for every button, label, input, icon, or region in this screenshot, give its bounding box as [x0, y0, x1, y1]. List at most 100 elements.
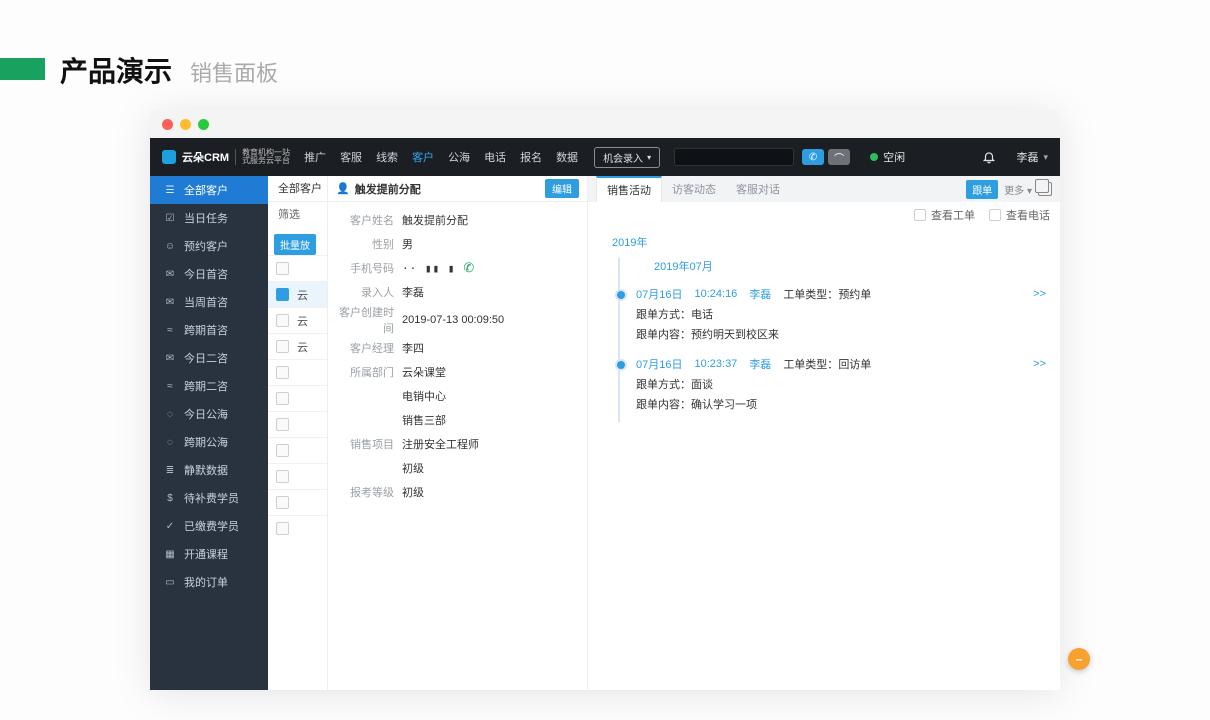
customer-detail-panel: 👤 触发提前分配 编辑 客户姓名触发提前分配 性别男 手机号码 ·· ▮▮ ▮ …: [328, 176, 588, 690]
page-subtitle: 销售面板: [190, 56, 278, 88]
sidebar-item-paid[interactable]: ✓已缴费学员: [150, 512, 268, 540]
phone-icon: ✆: [809, 152, 817, 163]
table-row[interactable]: [268, 437, 327, 463]
tab-visitor[interactable]: 访客动态: [662, 181, 726, 197]
window-zoom-icon[interactable]: [198, 119, 209, 130]
window-close-icon[interactable]: [162, 119, 173, 130]
checkbox[interactable]: [276, 314, 289, 327]
nav-customers[interactable]: 客户: [412, 149, 434, 165]
paid-icon: ✓: [164, 520, 176, 532]
expand-button[interactable]: >>: [1033, 288, 1046, 300]
table-row[interactable]: 云: [268, 333, 327, 359]
expand-button[interactable]: >>: [1033, 358, 1046, 370]
call-hangup-button[interactable]: ⌒: [828, 149, 850, 165]
checkbox[interactable]: [276, 262, 289, 275]
nav-service[interactable]: 客服: [340, 149, 362, 165]
field-label: 客户姓名: [338, 212, 402, 228]
chevron-down-icon: ▾: [647, 153, 651, 162]
sidebar-item-unpaid[interactable]: $待补费学员: [150, 484, 268, 512]
wave-icon: ≈: [164, 324, 176, 336]
table-row[interactable]: [268, 385, 327, 411]
field-value: 2019-07-13 00:09:50: [402, 314, 504, 326]
nav-data[interactable]: 数据: [556, 149, 578, 165]
field-label: 报考等级: [338, 484, 402, 500]
top-nav: 云朵CRM 教育机构一站 式服务云平台 推广 客服 线索 客户 公海 电话 报名…: [150, 138, 1060, 176]
checkbox[interactable]: [914, 209, 926, 221]
table-row[interactable]: [268, 411, 327, 437]
checkbox[interactable]: [276, 340, 289, 353]
nav-phone[interactable]: 电话: [484, 149, 506, 165]
sidebar-item-today-sea[interactable]: ◌今日公海: [150, 400, 268, 428]
follow-button[interactable]: 跟单: [966, 180, 998, 199]
checkbox[interactable]: [276, 392, 289, 405]
field-value: 初级: [402, 484, 424, 500]
window-minimize-icon[interactable]: [180, 119, 191, 130]
filter-ticket[interactable]: 查看工单: [914, 207, 975, 223]
more-button[interactable]: 更多 ▾: [1004, 182, 1032, 197]
copy-icon[interactable]: [1038, 182, 1052, 196]
checkbox[interactable]: [276, 418, 289, 431]
table-row[interactable]: [268, 255, 327, 281]
tl-time: 10:24:16: [694, 288, 737, 300]
list-filter-label[interactable]: 筛选: [268, 202, 327, 228]
tab-service-chat[interactable]: 客服对话: [726, 181, 790, 197]
table-row[interactable]: [268, 463, 327, 489]
batch-release-button[interactable]: 批量放: [274, 234, 316, 255]
timeline: 2019年 2019年07月 07月16日 10:24:16 李磊 工单类型：预…: [588, 228, 1060, 432]
sidebar: ☰全部客户 ☑当日任务 ☺预约客户 ✉今日首咨 ✉当周首咨 ≈跨期首咨 ✉今日二…: [150, 176, 268, 690]
sidebar-item-cross-second[interactable]: ≈跨期二咨: [150, 372, 268, 400]
search-input[interactable]: [674, 148, 794, 166]
filter-call[interactable]: 查看电话: [989, 207, 1050, 223]
timeline-item[interactable]: 07月16日 10:23:37 李磊 工单类型：回访单 >> 跟单方式：面谈 跟…: [636, 352, 1046, 422]
sidebar-item-course[interactable]: ▦开通课程: [150, 540, 268, 568]
task-icon: ☑: [164, 212, 176, 224]
checkbox[interactable]: [276, 366, 289, 379]
status[interactable]: 空闲: [870, 149, 905, 165]
customer-list: 全部客户 筛选 批量放 云 云 云: [268, 176, 328, 690]
sidebar-item-week-first[interactable]: ✉当周首咨: [150, 288, 268, 316]
table-row[interactable]: 云: [268, 307, 327, 333]
edit-button[interactable]: 编辑: [545, 179, 579, 198]
table-row[interactable]: [268, 489, 327, 515]
tl-type: 工单类型：预约单: [783, 286, 871, 302]
checkbox[interactable]: [276, 522, 289, 535]
tl-method: 跟单方式：面谈: [636, 376, 1046, 392]
sidebar-item-orders[interactable]: ▭我的订单: [150, 568, 268, 596]
nav-publicsea[interactable]: 公海: [448, 149, 470, 165]
sidebar-item-today-first[interactable]: ✉今日首咨: [150, 260, 268, 288]
sidebar-item-all-customers[interactable]: ☰全部客户: [150, 176, 268, 204]
opportunity-button[interactable]: 机会录入 ▾: [594, 147, 660, 168]
wave-icon: ≈: [164, 380, 176, 392]
checkbox[interactable]: [276, 288, 289, 301]
table-row[interactable]: 云: [268, 281, 327, 307]
field-label: 手机号码: [338, 260, 402, 276]
checkbox[interactable]: [276, 444, 289, 457]
call-buttons: ✆ ⌒: [802, 149, 850, 165]
sidebar-item-cross-sea[interactable]: ◌跨期公海: [150, 428, 268, 456]
checkbox[interactable]: [989, 209, 1001, 221]
sidebar-item-reserved[interactable]: ☺预约客户: [150, 232, 268, 260]
user-name[interactable]: 李磊: [1016, 149, 1038, 165]
sidebar-item-silent[interactable]: ≣静默数据: [150, 456, 268, 484]
user-chevron-icon[interactable]: ▾: [1043, 152, 1048, 163]
activity-tabs: 销售活动 访客动态 客服对话 跟单 更多 ▾: [588, 176, 1060, 202]
nav-promo[interactable]: 推广: [304, 149, 326, 165]
nav-signup[interactable]: 报名: [520, 149, 542, 165]
table-row[interactable]: [268, 359, 327, 385]
list-title: 全部客户: [268, 176, 327, 202]
nav-leads[interactable]: 线索: [376, 149, 398, 165]
sidebar-item-cross-first[interactable]: ≈跨期首咨: [150, 316, 268, 344]
bell-icon[interactable]: [982, 150, 996, 164]
fab-minimize-button[interactable]: –: [1068, 648, 1090, 670]
checkbox[interactable]: [276, 496, 289, 509]
sea-icon: ◌: [164, 408, 176, 420]
call-answer-button[interactable]: ✆: [802, 149, 824, 165]
table-row[interactable]: [268, 515, 327, 541]
order-icon: ▭: [164, 576, 176, 588]
sidebar-item-today-second[interactable]: ✉今日二咨: [150, 344, 268, 372]
tab-sales-activity[interactable]: 销售活动: [596, 176, 662, 202]
checkbox[interactable]: [276, 470, 289, 483]
phone-call-icon[interactable]: ✆: [463, 260, 474, 276]
sidebar-item-today-tasks[interactable]: ☑当日任务: [150, 204, 268, 232]
timeline-item[interactable]: 07月16日 10:24:16 李磊 工单类型：预约单 >> 跟单方式：电话 跟…: [636, 282, 1046, 352]
